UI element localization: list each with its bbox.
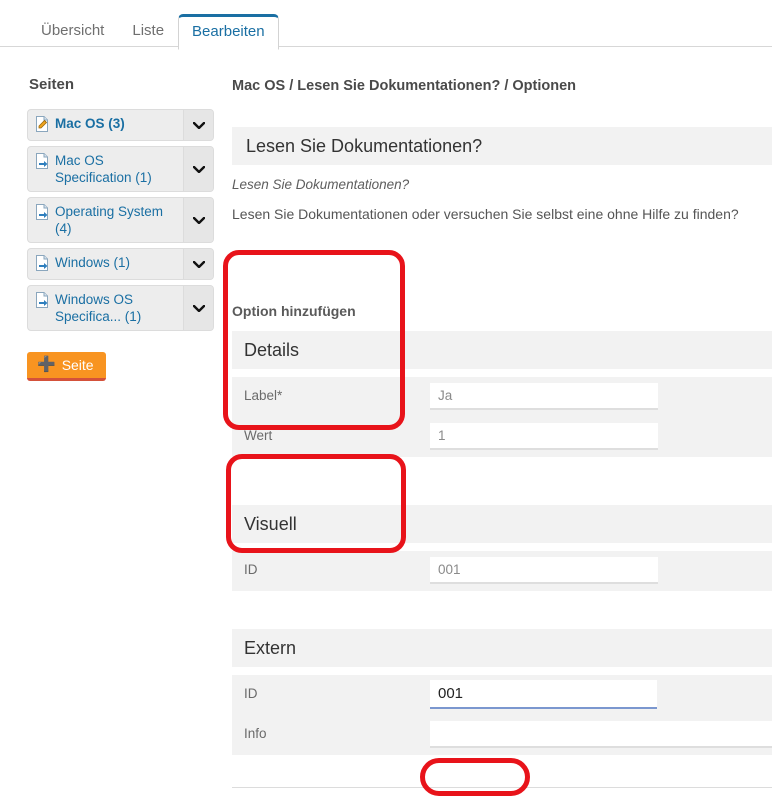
sidebar-item-main[interactable]: Mac OS (3) <box>28 110 183 140</box>
page-list: Mac OS (3) Mac OS Specification (1) Oper… <box>27 109 214 336</box>
section-header-label: Visuell <box>244 513 297 534</box>
tab-list: Übersicht Liste Bearbeiten <box>27 14 279 50</box>
field-label-label: Label* <box>244 388 283 403</box>
section-header-details: Details <box>232 331 772 369</box>
field-label-extern-info: Info <box>244 726 267 741</box>
chevron-down-icon <box>192 216 205 224</box>
form-title: Option hinzufügen <box>232 303 356 319</box>
field-row-extern-info: Info <box>232 715 772 755</box>
sidebar-item-expand-toggle[interactable] <box>183 286 213 330</box>
sidebar-item-main[interactable]: Mac OS Specification (1) <box>28 147 183 191</box>
sidebar-item-main[interactable]: Windows OS Specifica... (1) <box>28 286 183 330</box>
field-label-extern-id: ID <box>244 686 258 701</box>
sidebar-item-label: Operating System (4) <box>55 204 164 236</box>
sidebar-item-label: Mac OS (3) <box>55 116 125 131</box>
label-input[interactable] <box>430 383 658 410</box>
tab-uebersicht[interactable]: Übersicht <box>27 14 118 49</box>
page-arrow-icon <box>35 292 50 311</box>
sidebar-item-operating-system[interactable]: Operating System (4) <box>27 197 214 243</box>
field-row-extern-id: ID <box>232 675 772 715</box>
sidebar-item-label: Mac OS Specification (1) <box>55 153 152 185</box>
breadcrumb: Mac OS / Lesen Sie Dokumentationen? / Op… <box>232 78 577 94</box>
field-label-visuell-id: ID <box>244 562 258 577</box>
add-page-button[interactable]: ➕ Seite <box>27 352 106 381</box>
chevron-down-icon <box>192 304 205 312</box>
tab-liste[interactable]: Liste <box>118 14 178 49</box>
sidebar-item-expand-toggle[interactable] <box>183 110 213 140</box>
sidebar-title: Seiten <box>29 76 75 93</box>
page-arrow-icon <box>35 255 50 274</box>
sidebar-item-mac-os-specification[interactable]: Mac OS Specification (1) <box>27 146 214 192</box>
wert-input[interactable] <box>430 423 658 450</box>
field-row-wert: Wert <box>232 417 772 457</box>
extern-info-input[interactable] <box>430 721 772 748</box>
sidebar-item-main[interactable]: Windows (1) <box>28 249 183 279</box>
visuell-id-input[interactable] <box>430 557 658 584</box>
page-arrow-icon <box>35 153 50 172</box>
add-page-label: Seite <box>61 357 94 373</box>
app-root: Übersicht Liste Bearbeiten Seiten Mac OS… <box>0 0 772 805</box>
sidebar-item-main[interactable]: Operating System (4) <box>28 198 183 242</box>
sidebar-item-label: Windows OS Specifica... (1) <box>55 292 142 324</box>
sidebar-item-mac-os[interactable]: Mac OS (3) <box>27 109 214 141</box>
extern-id-input[interactable] <box>430 680 657 709</box>
chevron-down-icon <box>192 121 205 129</box>
question-title-bar: Lesen Sie Dokumentationen? <box>232 127 772 165</box>
sidebar-item-expand-toggle[interactable] <box>183 147 213 191</box>
page-title: Lesen Sie Dokumentationen? <box>246 135 483 156</box>
chevron-down-icon <box>192 260 205 268</box>
sidebar-item-windows[interactable]: Windows (1) <box>27 248 214 280</box>
question-subtitle: Lesen Sie Dokumentationen? <box>232 177 410 192</box>
field-label-wert: Wert <box>244 428 273 443</box>
section-header-label: Extern <box>244 637 297 658</box>
tab-bearbeiten[interactable]: Bearbeiten <box>178 14 279 50</box>
sidebar-item-label: Windows (1) <box>55 255 131 270</box>
sidebar-item-windows-os-specification[interactable]: Windows OS Specifica... (1) <box>27 285 214 331</box>
section-header-label: Details <box>244 339 300 360</box>
tab-bar: Übersicht Liste Bearbeiten <box>0 0 772 50</box>
field-row-label: Label* <box>232 377 772 417</box>
sidebar: Seiten Mac OS (3) Mac OS Specification (… <box>0 47 225 805</box>
page-arrow-icon <box>35 204 50 223</box>
sidebar-item-expand-toggle[interactable] <box>183 249 213 279</box>
chevron-down-icon <box>192 165 205 173</box>
section-header-visuell: Visuell <box>232 505 772 543</box>
plus-icon: ➕ <box>37 356 56 373</box>
page-edit-icon <box>35 116 50 135</box>
field-row-visuell-id: ID <box>232 551 772 591</box>
form-divider <box>232 787 772 788</box>
section-header-extern: Extern <box>232 629 772 667</box>
main-content: Mac OS / Lesen Sie Dokumentationen? / Op… <box>225 47 772 805</box>
question-description: Lesen Sie Dokumentationen oder versuchen… <box>232 206 739 222</box>
sidebar-item-expand-toggle[interactable] <box>183 198 213 242</box>
